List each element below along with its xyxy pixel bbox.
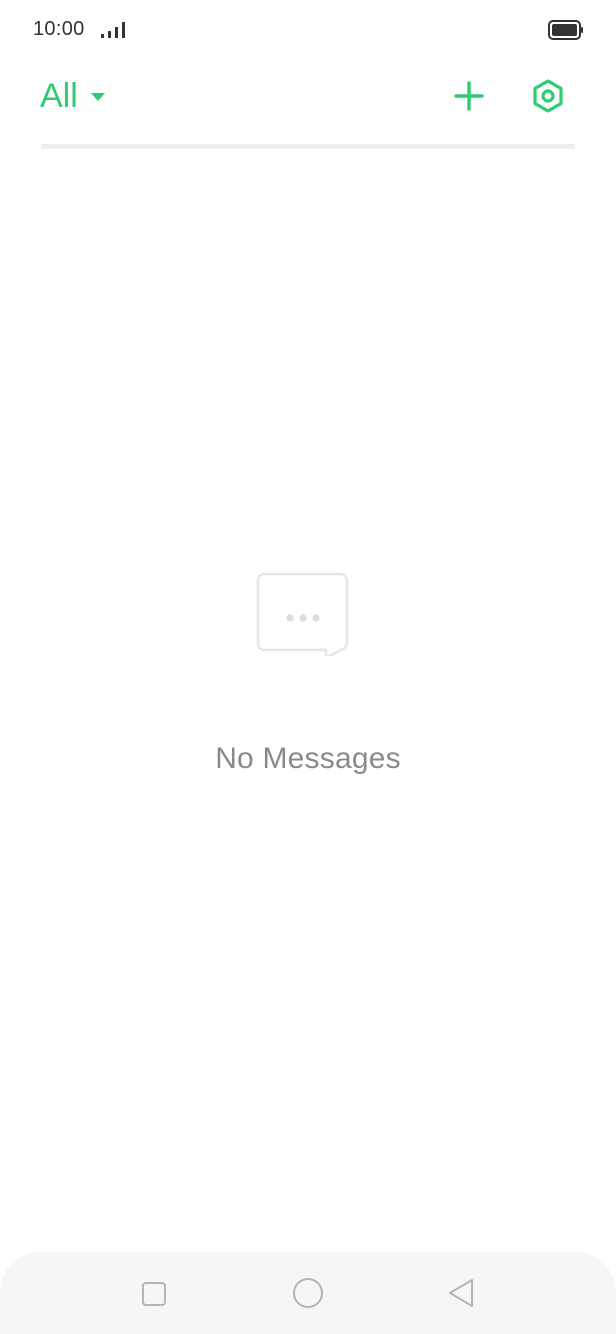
- battery-full-icon: [548, 20, 583, 40]
- empty-state-message: No Messages: [215, 742, 401, 775]
- caret-down-icon: [90, 93, 105, 101]
- header-divider: [41, 144, 575, 149]
- signal-bars-icon: [101, 22, 125, 38]
- recent-apps-button[interactable]: [134, 1274, 174, 1314]
- back-button[interactable]: [442, 1274, 482, 1314]
- empty-state: No Messages: [0, 560, 616, 800]
- filter-label: All: [40, 77, 78, 115]
- add-button[interactable]: [449, 76, 489, 116]
- filter-dropdown[interactable]: All: [40, 74, 106, 118]
- top-app-bar: All: [0, 60, 616, 140]
- chat-bubble-icon: [256, 572, 349, 656]
- home-button[interactable]: [288, 1274, 328, 1314]
- status-time: 10:00: [33, 18, 85, 40]
- navigation-bar: [0, 1252, 616, 1334]
- settings-button[interactable]: [528, 76, 568, 116]
- status-bar: 10:00: [0, 0, 616, 60]
